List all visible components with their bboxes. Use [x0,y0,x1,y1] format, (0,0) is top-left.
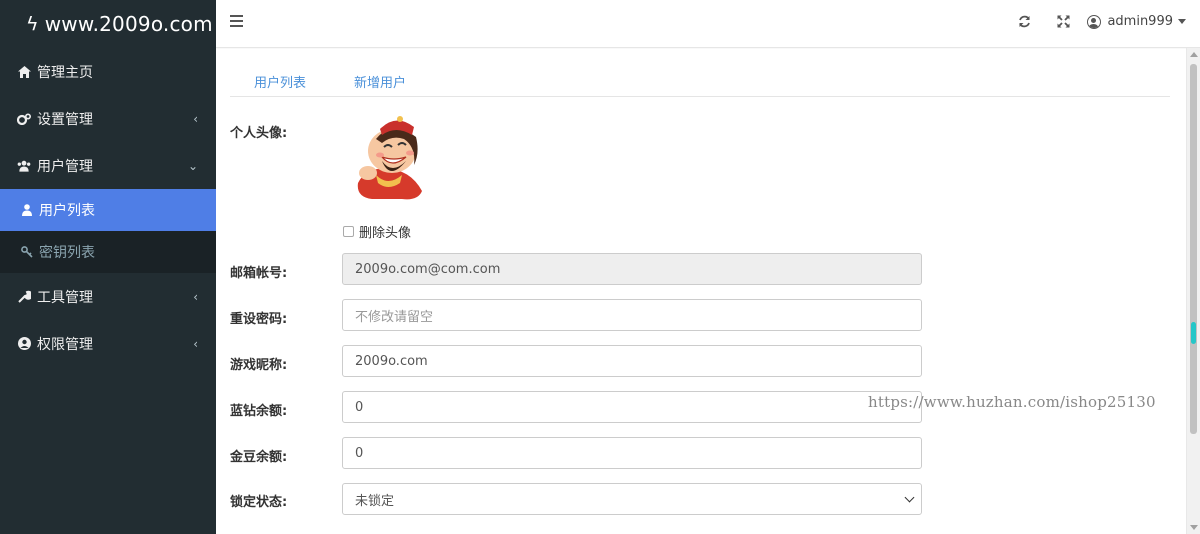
caret-down-icon [1178,19,1186,24]
user-circle-icon [1087,14,1102,29]
brand[interactable]: ϟ www.2009o.com [0,0,216,48]
sidebar-item-key-list[interactable]: 密钥列表 [0,231,216,273]
chevron-down-icon [904,492,915,503]
topbar: admin999 [216,0,1200,48]
users-icon [17,160,31,172]
chevron-left-icon: ‹ [193,111,198,126]
main-content: 用户列表 新增用户 个人头像: 删除头像 邮箱帐号: 2009o.com@com… [216,49,1186,534]
cogs-icon [17,113,31,125]
nickname-value: 2009o.com [355,353,428,369]
diamond-balance-value: 0 [355,399,364,415]
email-value: 2009o.com@com.com [355,261,501,277]
tab-bar: 用户列表 新增用户 [230,49,1170,97]
avatar-label: 个人头像: [230,126,288,141]
submenu-item-label: 用户列表 [39,203,95,219]
expand-icon[interactable] [1055,14,1071,32]
home-icon [17,65,31,78]
scrollbar[interactable] [1186,48,1200,534]
scroll-down-icon[interactable] [1190,525,1198,530]
lock-status-label: 锁定状态: [230,495,288,510]
email-label: 邮箱帐号: [230,266,288,281]
tab-user-list[interactable]: 用户列表 [254,72,306,91]
gold-balance-label: 金豆余额: [230,450,288,465]
sidebar-item-label: 工具管理 [37,289,93,306]
sidebar-item-settings[interactable]: 设置管理 ‹ [0,95,216,142]
sidebar-item-label: 权限管理 [37,336,93,353]
sidebar-item-label: 设置管理 [37,111,93,128]
sidebar-item-tools[interactable]: 工具管理 ‹ [0,273,216,320]
users-submenu: 用户列表 密钥列表 [0,189,216,273]
gold-balance-field[interactable]: 0 [342,437,922,469]
refresh-icon[interactable] [1016,14,1032,32]
diamond-balance-label: 蓝钻余额: [230,404,288,419]
brand-title: www.2009o.com [44,12,213,36]
gold-balance-value: 0 [355,445,364,461]
user-icon [21,204,33,216]
submenu-item-label: 密钥列表 [39,245,95,261]
wrench-icon [17,290,31,303]
avatar-image[interactable] [352,113,428,203]
nickname-field[interactable]: 2009o.com [342,345,922,377]
password-field[interactable]: 不修改请留空 [342,299,922,331]
chevron-left-icon: ‹ [193,336,198,351]
lock-status-value: 未锁定 [355,493,395,509]
sidebar-item-permissions[interactable]: 权限管理 ‹ [0,320,216,367]
sidebar-item-label: 管理主页 [37,64,93,81]
chevron-down-icon: ⌄ [187,158,198,173]
diamond-balance-field[interactable]: 0 [342,391,922,423]
watermark: https://www.huzhan.com/ishop25130 [868,393,1156,411]
delete-avatar-label: 删除头像 [359,226,412,241]
chevron-left-icon: ‹ [193,289,198,304]
key-icon [21,246,33,258]
user-menu[interactable]: admin999 [1087,14,1186,29]
sidebar-item-users[interactable]: 用户管理 ⌄ [0,142,216,189]
password-label: 重设密码: [230,312,288,327]
tab-add-user[interactable]: 新增用户 [354,72,406,91]
email-field[interactable]: 2009o.com@com.com [342,253,922,285]
sidebar-item-user-list[interactable]: 用户列表 [0,189,216,231]
password-placeholder: 不修改请留空 [355,309,434,325]
bolt-icon: ϟ [26,13,39,35]
delete-avatar-row[interactable]: 删除头像 [343,222,411,241]
scroll-thumb[interactable] [1190,64,1197,434]
sidebar-item-home[interactable]: 管理主页 [0,48,216,95]
user-circle-icon [17,337,31,350]
nickname-label: 游戏昵称: [230,358,288,373]
scroll-position-indicator [1191,322,1196,344]
scroll-up-icon[interactable] [1190,52,1198,57]
username: admin999 [1107,14,1173,29]
menu-toggle-icon[interactable] [230,15,243,27]
sidebar: ϟ www.2009o.com 管理主页 设置管理 ‹ 用户管理 ⌄ 用户列表 [0,0,216,534]
lock-status-select[interactable]: 未锁定 [342,483,922,515]
delete-avatar-checkbox[interactable] [343,226,354,237]
sidebar-item-label: 用户管理 [37,158,93,175]
